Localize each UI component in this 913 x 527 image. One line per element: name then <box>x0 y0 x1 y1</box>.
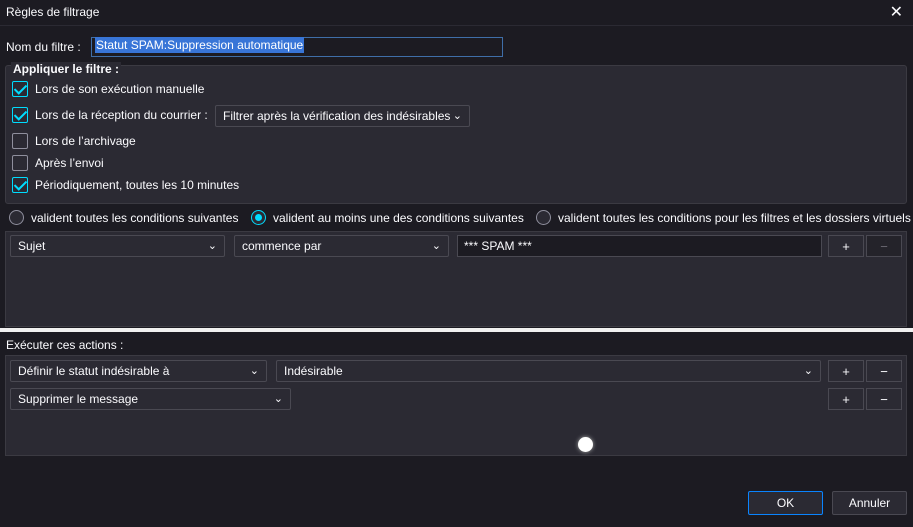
option-after-send[interactable]: Après l’envoi <box>12 155 104 171</box>
radio-match-all[interactable]: valident toutes les conditions suivantes <box>9 210 238 225</box>
filter-name-input[interactable]: Statut SPAM:Suppression automatique <box>91 37 503 57</box>
condition-field-dropdown[interactable]: Sujet ⌄ <box>10 235 225 257</box>
dropdown-value: Sujet <box>18 239 46 253</box>
filter-name-label: Nom du filtre : <box>6 40 81 54</box>
radio-icon[interactable] <box>9 210 24 225</box>
option-label: Lors de son exécution manuelle <box>35 82 205 96</box>
option-label: Périodiquement, toutes les 10 minutes <box>35 178 240 192</box>
chevron-down-icon: ⌄ <box>249 365 259 377</box>
title-bar: Règles de filtrage ✕ <box>0 0 913 26</box>
checkbox-checked-icon[interactable] <box>12 81 28 97</box>
reception-timing-dropdown[interactable]: Filtrer après la vérification des indési… <box>215 105 470 127</box>
add-action-button[interactable]: + <box>828 360 864 382</box>
condition-value: *** SPAM *** <box>464 239 532 253</box>
window-title: Règles de filtrage <box>6 5 100 19</box>
radio-match-any[interactable]: valident au moins une des conditions sui… <box>251 210 524 225</box>
checkbox-icon[interactable] <box>12 133 28 149</box>
action-target-dropdown[interactable]: Indésirable ⌄ <box>276 360 821 382</box>
checkbox-checked-icon[interactable] <box>12 107 28 123</box>
action-type-dropdown[interactable]: Supprimer le message ⌄ <box>10 388 291 410</box>
dropdown-value: commence par <box>242 239 322 253</box>
mouse-cursor-icon <box>578 437 593 452</box>
option-label: Lors de la réception du courrier : <box>35 108 208 122</box>
radio-label: valident au moins une des conditions sui… <box>273 210 524 225</box>
dropdown-value: Filtrer après la vérification des indési… <box>223 109 451 123</box>
actions-label: Exécuter ces actions : <box>6 338 124 352</box>
radio-selected-icon[interactable] <box>251 210 266 225</box>
add-condition-button[interactable]: + <box>828 235 864 257</box>
filter-name-value: Statut SPAM:Suppression automatique <box>95 37 305 53</box>
option-periodic[interactable]: Périodiquement, toutes les 10 minutes <box>12 177 239 193</box>
option-label: Lors de l’archivage <box>35 134 136 148</box>
dropdown-value: Indésirable <box>284 364 343 378</box>
apply-filter-title: Appliquer le filtre : <box>11 62 122 76</box>
radio-match-all-virtual[interactable]: valident toutes les conditions pour les … <box>536 210 911 225</box>
radio-label: valident toutes les conditions pour les … <box>558 210 911 225</box>
checkbox-icon[interactable] <box>12 155 28 171</box>
ok-button[interactable]: OK <box>748 491 823 515</box>
option-label: Après l’envoi <box>35 156 104 170</box>
chevron-down-icon: ⌄ <box>431 240 441 252</box>
action-type-dropdown[interactable]: Définir le statut indésirable à ⌄ <box>10 360 267 382</box>
remove-action-button[interactable]: − <box>866 360 902 382</box>
checkbox-checked-icon[interactable] <box>12 177 28 193</box>
add-action-button[interactable]: + <box>828 388 864 410</box>
remove-condition-button[interactable]: − <box>866 235 902 257</box>
dropdown-value: Supprimer le message <box>18 392 139 406</box>
close-icon[interactable]: ✕ <box>890 2 903 22</box>
chevron-down-icon: ⌄ <box>452 110 462 122</box>
radio-icon[interactable] <box>536 210 551 225</box>
chevron-down-icon: ⌄ <box>803 365 813 377</box>
option-on-receive[interactable]: Lors de la réception du courrier : <box>12 107 208 123</box>
radio-label: valident toutes les conditions suivantes <box>31 210 239 225</box>
condition-operator-dropdown[interactable]: commence par ⌄ <box>234 235 449 257</box>
condition-value-input[interactable]: *** SPAM *** <box>457 235 822 257</box>
chevron-down-icon: ⌄ <box>273 393 283 405</box>
chevron-down-icon: ⌄ <box>207 240 217 252</box>
remove-action-button[interactable]: − <box>866 388 902 410</box>
option-manual-run[interactable]: Lors de son exécution manuelle <box>12 81 204 97</box>
splitter[interactable] <box>0 328 913 332</box>
cancel-button[interactable]: Annuler <box>832 491 907 515</box>
dropdown-value: Définir le statut indésirable à <box>18 364 170 378</box>
option-on-archive[interactable]: Lors de l’archivage <box>12 133 136 149</box>
